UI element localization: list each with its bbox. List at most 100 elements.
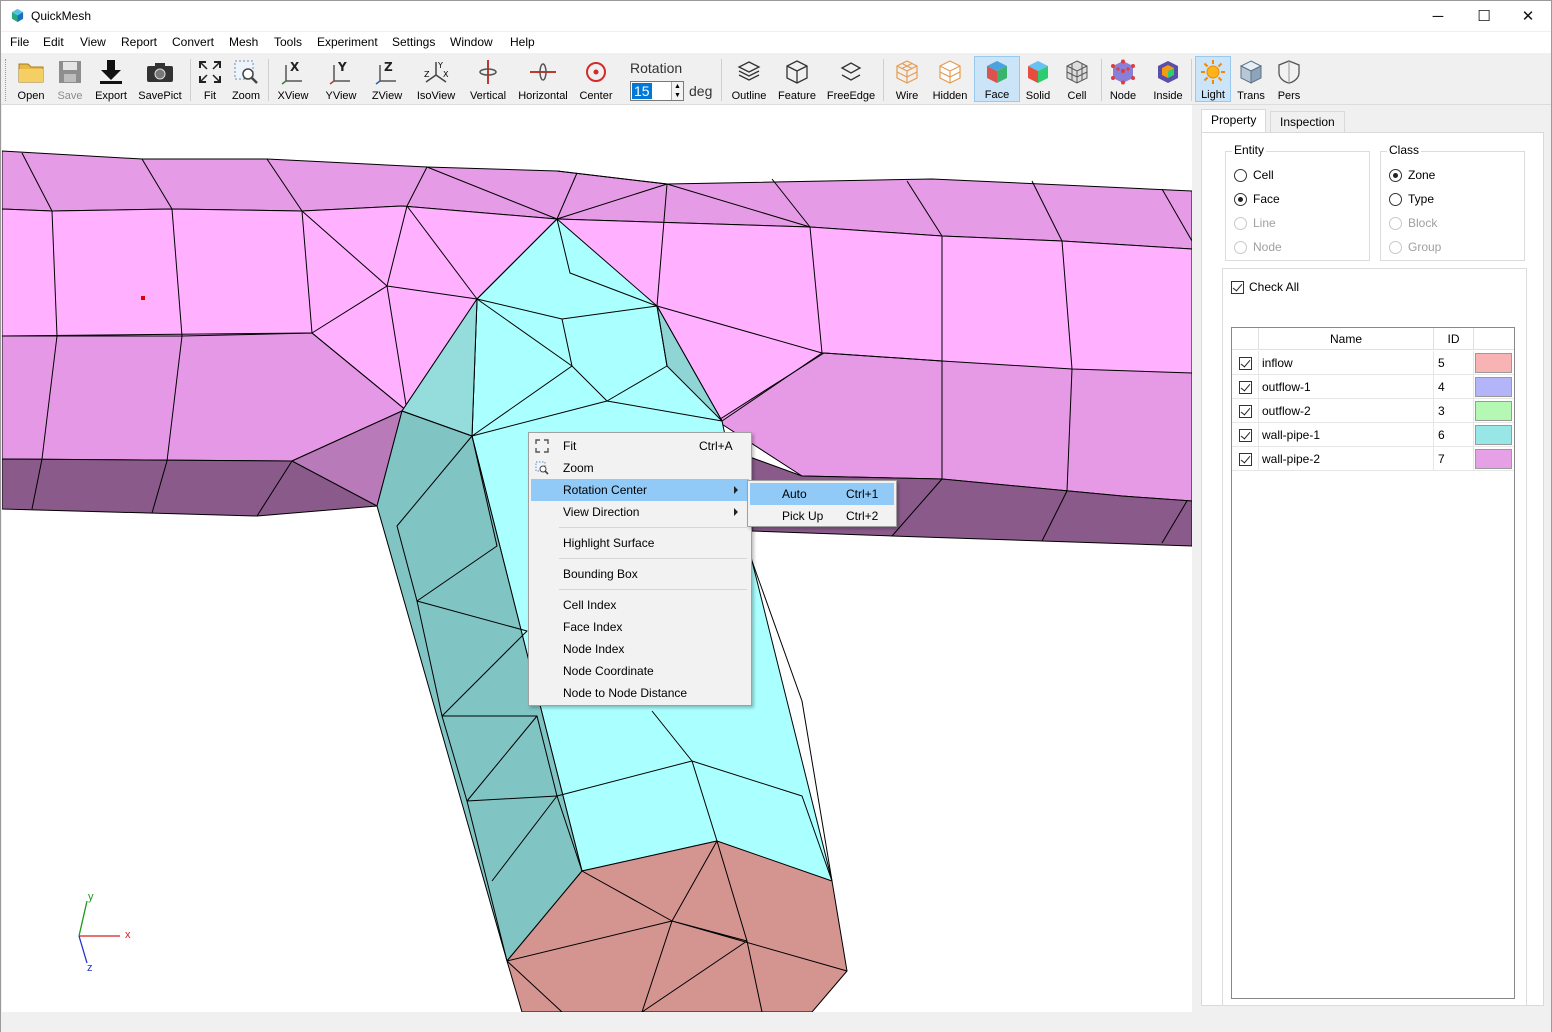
rotation-value[interactable]: 15 (632, 83, 652, 99)
face-button[interactable]: Face (974, 56, 1020, 102)
freeedge-button[interactable]: FreeEdge (825, 56, 877, 102)
menu-help[interactable]: Help (510, 35, 535, 49)
menu-item-node-index[interactable]: Node Index (531, 638, 749, 660)
radio-checked-icon[interactable] (1389, 168, 1402, 182)
light-button[interactable]: Light (1195, 56, 1231, 102)
class-type-radio[interactable]: Type (1389, 190, 1434, 208)
menu-item-zoom[interactable]: Zoom (531, 457, 749, 479)
table-header-id[interactable]: ID (1434, 328, 1474, 350)
checkbox-checked-icon[interactable] (1231, 280, 1244, 294)
zview-button[interactable]: Z ZView (368, 56, 406, 102)
submenu-item-pickup[interactable]: Pick Up Ctrl+2 (750, 505, 894, 527)
cell-button[interactable]: Cell (1063, 56, 1091, 102)
spin-down-icon[interactable]: ▼ (674, 92, 681, 99)
hidden-button[interactable]: Hidden (931, 56, 969, 102)
menu-item-fit[interactable]: Fit Ctrl+A (531, 435, 749, 457)
fit-icon (199, 61, 221, 83)
spin-up-icon[interactable]: ▲ (674, 83, 681, 90)
z-axis-label: z (87, 962, 93, 974)
entity-cell-radio[interactable]: Cell (1234, 166, 1274, 184)
zone-color-swatch[interactable] (1475, 377, 1512, 397)
maximize-button[interactable]: ☐ (1461, 1, 1507, 31)
menu-mesh[interactable]: Mesh (229, 35, 258, 49)
row-checkbox-cell[interactable] (1232, 351, 1259, 375)
save-button[interactable]: Save (53, 56, 87, 102)
toolbar-grip[interactable] (5, 59, 8, 101)
menu-tools[interactable]: Tools (274, 35, 302, 49)
zone-color-swatch[interactable] (1475, 425, 1512, 445)
checkbox-checked-icon[interactable] (1238, 380, 1252, 394)
pers-button[interactable]: Pers (1273, 56, 1305, 102)
tab-inspection-label: Inspection (1280, 115, 1335, 129)
row-checkbox-cell[interactable] (1232, 399, 1259, 423)
class-zone-radio[interactable]: Zone (1389, 166, 1435, 184)
row-checkbox-cell[interactable] (1232, 447, 1259, 471)
menu-item-node-coordinate[interactable]: Node Coordinate (531, 660, 749, 682)
row-checkbox-cell[interactable] (1232, 423, 1259, 447)
menu-item-face-index[interactable]: Face Index (531, 616, 749, 638)
menu-fit-shortcut: Ctrl+A (699, 439, 733, 453)
checkbox-checked-icon[interactable] (1238, 404, 1252, 418)
zone-color-swatch[interactable] (1475, 449, 1512, 469)
zone-color-swatch[interactable] (1475, 401, 1512, 421)
menu-view[interactable]: View (80, 35, 106, 49)
checkbox-checked-icon[interactable] (1238, 452, 1252, 466)
checkbox-checked-icon[interactable] (1238, 428, 1252, 442)
menu-item-node-distance[interactable]: Node to Node Distance (531, 682, 749, 704)
open-button[interactable]: Open (14, 56, 48, 102)
spin-arrows[interactable]: ▲ ▼ (671, 82, 683, 100)
menu-edit[interactable]: Edit (43, 35, 64, 49)
menu-convert[interactable]: Convert (172, 35, 214, 49)
zone-color-swatch[interactable] (1475, 353, 1512, 373)
table-header-name[interactable]: Name (1259, 328, 1434, 350)
outline-button[interactable]: Outline (729, 56, 769, 102)
rotation-spinbox[interactable]: 15 ▲ ▼ (630, 81, 684, 101)
fit-button[interactable]: Fit (195, 56, 225, 102)
menu-window[interactable]: Window (450, 35, 493, 49)
radio-icon[interactable] (1234, 168, 1247, 182)
radio-icon[interactable] (1389, 192, 1402, 206)
menu-item-bounding-box[interactable]: Bounding Box (531, 563, 749, 585)
menu-item-highlight-surface[interactable]: Highlight Surface (531, 532, 749, 554)
fit-icon (535, 439, 549, 453)
tab-inspection[interactable]: Inspection (1270, 111, 1345, 133)
submenu-arrow-icon (734, 486, 738, 494)
menu-item-cell-index[interactable]: Cell Index (531, 594, 749, 616)
center-button[interactable]: Center (577, 56, 615, 102)
menu-item-rotation-center[interactable]: Rotation Center (531, 479, 749, 501)
inside-button[interactable]: Inside (1150, 56, 1186, 102)
xview-button[interactable]: X XView (275, 56, 311, 102)
yview-button[interactable]: Y YView (322, 56, 360, 102)
entity-face-radio[interactable]: Face (1234, 190, 1280, 208)
table-row[interactable]: wall-pipe-1 6 (1232, 423, 1514, 447)
menu-experiment[interactable]: Experiment (317, 35, 378, 49)
solid-button[interactable]: Solid (1023, 56, 1053, 102)
table-row[interactable]: outflow-1 4 (1232, 375, 1514, 399)
trans-button[interactable]: Trans (1235, 56, 1267, 102)
radio-icon (1234, 216, 1247, 230)
horizontal-rotate-button[interactable]: Horizontal (517, 56, 569, 102)
table-row[interactable]: wall-pipe-2 7 (1232, 447, 1514, 471)
check-all-checkbox[interactable]: Check All (1231, 280, 1299, 294)
table-row[interactable]: outflow-2 3 (1232, 399, 1514, 423)
isoview-button[interactable]: YZ X IsoView (415, 56, 457, 102)
menu-report[interactable]: Report (121, 35, 157, 49)
submenu-item-auto[interactable]: Auto Ctrl+1 (750, 483, 894, 505)
tab-property[interactable]: Property (1201, 109, 1267, 133)
zoom-button[interactable]: Zoom (230, 56, 262, 102)
menu-file[interactable]: File (10, 35, 29, 49)
menu-item-view-direction[interactable]: View Direction (531, 501, 749, 523)
radio-checked-icon[interactable] (1234, 192, 1247, 206)
export-button[interactable]: Export (93, 56, 129, 102)
menu-settings[interactable]: Settings (392, 35, 435, 49)
vertical-rotate-button[interactable]: Vertical (467, 56, 509, 102)
table-row[interactable]: inflow 5 (1232, 351, 1514, 375)
feature-button[interactable]: Feature (776, 56, 818, 102)
close-button[interactable]: ✕ (1505, 1, 1551, 31)
wire-button[interactable]: Wire (890, 56, 924, 102)
savepict-button[interactable]: SavePict (137, 56, 183, 102)
node-button[interactable]: Node (1107, 56, 1139, 102)
minimize-button[interactable]: ─ (1415, 1, 1461, 31)
row-checkbox-cell[interactable] (1232, 375, 1259, 399)
checkbox-checked-icon[interactable] (1238, 356, 1252, 370)
